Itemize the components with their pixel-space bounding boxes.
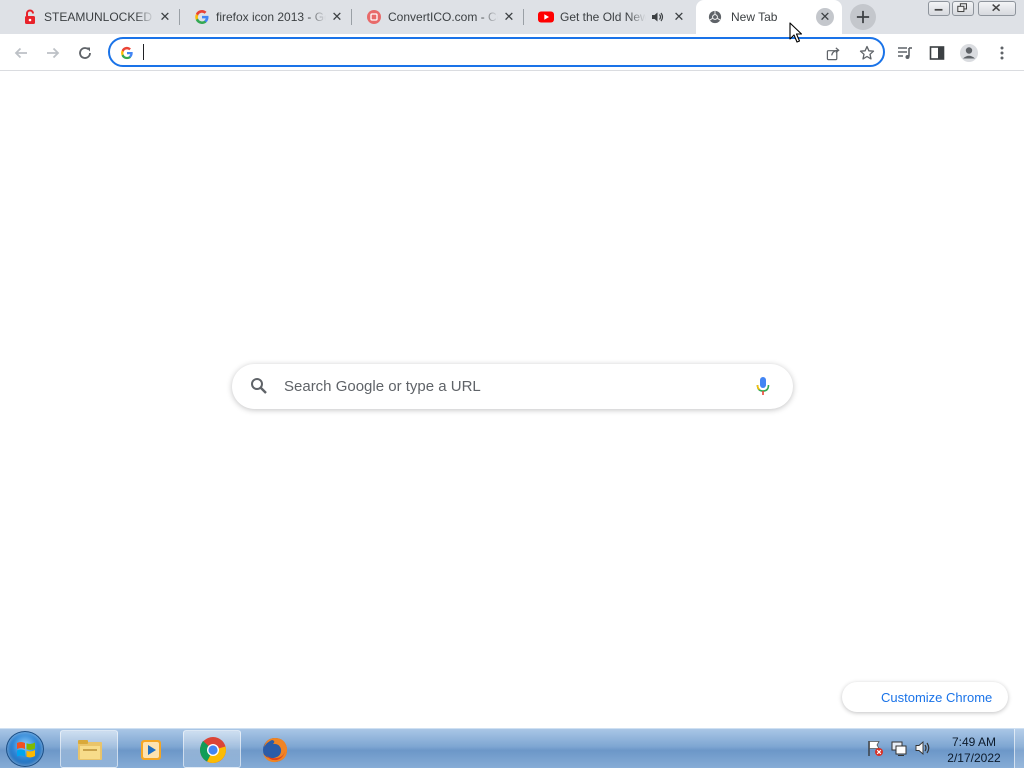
text-caret bbox=[143, 44, 144, 60]
close-tab-icon[interactable]: ✕ bbox=[670, 8, 688, 26]
speaker-icon[interactable] bbox=[651, 11, 664, 23]
voice-search-mic-icon[interactable] bbox=[756, 376, 770, 398]
kebab-menu-icon bbox=[1000, 46, 1004, 60]
media-player-icon bbox=[141, 740, 161, 760]
tab-new-tab[interactable]: New Tab ✕ bbox=[696, 0, 842, 34]
share-icon[interactable] bbox=[826, 46, 841, 61]
google-g-icon bbox=[121, 46, 133, 60]
reload-button[interactable] bbox=[72, 40, 98, 66]
chrome-icon bbox=[200, 737, 226, 763]
youtube-icon bbox=[538, 11, 554, 23]
new-tab-button[interactable] bbox=[850, 4, 876, 30]
taskbar-firefox[interactable] bbox=[245, 730, 303, 768]
network-icon[interactable] bbox=[890, 739, 908, 757]
restore-button[interactable] bbox=[952, 1, 974, 16]
action-center-flag-icon[interactable] bbox=[866, 739, 884, 757]
close-tab-icon[interactable]: ✕ bbox=[816, 8, 834, 26]
restore-icon bbox=[957, 3, 967, 13]
volume-icon[interactable] bbox=[914, 739, 932, 757]
close-tab-icon[interactable]: ✕ bbox=[156, 8, 174, 26]
firefox-icon bbox=[263, 738, 288, 763]
profile-button[interactable] bbox=[956, 40, 982, 66]
forward-arrow-icon bbox=[47, 47, 60, 59]
search-icon bbox=[251, 378, 267, 394]
close-icon bbox=[992, 4, 1001, 12]
back-arrow-icon bbox=[14, 47, 27, 59]
browser-toolbar bbox=[0, 34, 1024, 71]
minimize-button[interactable] bbox=[928, 1, 950, 16]
media-control-button[interactable] bbox=[892, 40, 918, 66]
side-panel-button[interactable] bbox=[924, 40, 950, 66]
converico-icon bbox=[367, 10, 381, 24]
tab-strip: STEAMUNLOCKED » Free Steam Games ✕ firef… bbox=[0, 0, 1024, 34]
reload-icon bbox=[79, 47, 91, 59]
clock-time: 7:49 AM bbox=[951, 735, 997, 749]
close-tab-icon[interactable]: ✕ bbox=[500, 8, 518, 26]
close-tab-icon[interactable]: ✕ bbox=[328, 8, 346, 26]
customize-chrome-button[interactable]: Customize Chrome bbox=[842, 682, 1008, 712]
search-placeholder: Search Google or type a URL bbox=[284, 378, 481, 395]
steamunlocked-lock-icon bbox=[25, 9, 35, 24]
file-explorer-icon bbox=[78, 740, 102, 760]
bookmark-star-icon[interactable] bbox=[859, 45, 875, 61]
tab-converico[interactable]: ConvertICO.com - Convert PNG to ICO ✕ bbox=[352, 0, 524, 34]
clock-date: 2/17/2022 bbox=[947, 751, 1001, 765]
minimize-icon bbox=[934, 8, 943, 11]
windows-logo-icon bbox=[17, 742, 35, 758]
start-button[interactable] bbox=[6, 731, 44, 767]
show-desktop-button[interactable] bbox=[1014, 729, 1024, 769]
menu-button[interactable] bbox=[989, 40, 1015, 66]
ntp-search-box[interactable]: Search Google or type a URL bbox=[232, 364, 793, 409]
queue-music-icon bbox=[898, 47, 912, 59]
tab-google-search[interactable]: firefox icon 2013 - Google Search ✕ bbox=[180, 0, 352, 34]
tab-youtube[interactable]: Get the Old New Tab Page ✕ bbox=[524, 0, 696, 34]
new-tab-page: Search Google or type a URL Customize Ch… bbox=[0, 71, 1024, 728]
taskbar-chrome[interactable] bbox=[183, 730, 241, 768]
system-clock[interactable]: 7:49 AM 2/17/2022 bbox=[938, 734, 1010, 766]
avatar-icon bbox=[960, 44, 978, 62]
back-button[interactable] bbox=[8, 40, 34, 66]
forward-button[interactable] bbox=[40, 40, 66, 66]
chrome-newtab-icon bbox=[708, 10, 722, 24]
side-panel-icon bbox=[929, 46, 945, 60]
google-g-icon bbox=[195, 10, 209, 24]
close-window-button[interactable] bbox=[978, 1, 1016, 16]
taskbar-file-explorer[interactable] bbox=[60, 730, 118, 768]
address-input[interactable] bbox=[142, 42, 802, 62]
plus-icon bbox=[856, 10, 870, 24]
tab-steamunlocked[interactable]: STEAMUNLOCKED » Free Steam Games ✕ bbox=[8, 0, 180, 34]
address-bar[interactable] bbox=[108, 37, 885, 67]
taskbar-media-player[interactable] bbox=[121, 730, 179, 768]
windows-taskbar: 7:49 AM 2/17/2022 bbox=[0, 728, 1024, 769]
customize-chrome-label: Customize Chrome bbox=[881, 690, 993, 705]
mouse-cursor-icon bbox=[789, 22, 803, 43]
